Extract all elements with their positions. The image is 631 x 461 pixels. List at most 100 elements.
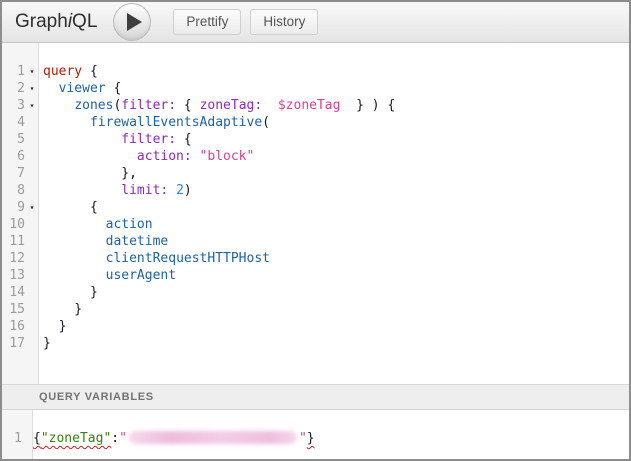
code-line[interactable]: 14 } (2, 284, 629, 301)
history-button[interactable]: History (250, 9, 318, 35)
code-token (43, 115, 90, 130)
code-text[interactable]: userAgent (39, 267, 176, 284)
code-text[interactable]: action: "block" (39, 148, 254, 165)
fold-gutter-spacer (25, 165, 39, 182)
code-token: { (82, 64, 98, 79)
code-text[interactable]: viewer { (39, 80, 121, 97)
execute-query-button[interactable] (113, 3, 151, 41)
line-number: 17 (2, 335, 25, 352)
code-token: datetime (106, 234, 169, 249)
code-text[interactable]: datetime (39, 233, 168, 250)
code-token: }, (43, 166, 137, 181)
code-line[interactable]: 10 action (2, 216, 629, 233)
code-token: { (33, 431, 41, 446)
fold-gutter-spacer (25, 318, 39, 335)
code-text[interactable]: } (39, 335, 51, 352)
code-line[interactable]: 6 action: "block" (2, 148, 629, 165)
code-token: } (43, 336, 51, 351)
code-token (43, 132, 121, 147)
code-token (43, 234, 106, 249)
toolbar: GraphiQL Prettify History (2, 2, 629, 43)
redacted-zone-tag-value (129, 431, 297, 444)
code-line[interactable]: 15 } (2, 301, 629, 318)
code-token: limit: (121, 183, 168, 198)
code-text[interactable]: query { (39, 63, 98, 80)
code-token: } (43, 285, 98, 300)
fold-toggle-triangle-down-icon[interactable]: ▾ (25, 63, 39, 80)
line-number: 1 (2, 63, 25, 80)
code-line[interactable]: 2▾ viewer { (2, 80, 629, 97)
fold-gutter-spacer (25, 114, 39, 131)
code-text[interactable]: } (39, 318, 66, 335)
code-line[interactable]: 3▾ zones(filter: { zoneTag: $zoneTag } )… (2, 97, 629, 114)
code-token: zoneTag: (200, 98, 263, 113)
fold-toggle-triangle-down-icon[interactable]: ▾ (25, 80, 39, 97)
code-text[interactable]: } (39, 301, 82, 318)
code-line[interactable]: 1▾query { (2, 63, 629, 80)
code-token: viewer (59, 81, 106, 96)
code-line[interactable]: 11 datetime (2, 233, 629, 250)
code-text[interactable]: clientRequestHTTPHost (39, 250, 270, 267)
fold-gutter-spacer (25, 182, 39, 199)
code-token (192, 149, 200, 164)
code-token (262, 98, 278, 113)
play-icon (127, 13, 142, 31)
code-token: query (43, 64, 82, 79)
code-text[interactable]: } (39, 284, 98, 301)
variables-editor[interactable]: 1{"zoneTag":""} (2, 410, 629, 459)
code-token: action (106, 217, 153, 232)
code-text[interactable]: {"zoneTag":""} (22, 430, 315, 447)
prettify-button[interactable]: Prettify (173, 9, 241, 35)
code-token (43, 98, 74, 113)
code-token (43, 149, 137, 164)
code-line[interactable]: 12 clientRequestHTTPHost (2, 250, 629, 267)
code-text[interactable]: zones(filter: { zoneTag: $zoneTag } ) { (39, 97, 395, 114)
fold-toggle-triangle-down-icon[interactable]: ▾ (25, 199, 39, 216)
code-token (43, 217, 106, 232)
code-token: { (176, 132, 192, 147)
code-token: } (43, 302, 82, 317)
code-token: action: (137, 149, 192, 164)
logo-text: QL (72, 11, 97, 32)
code-token (43, 81, 59, 96)
code-token: { (43, 200, 98, 215)
code-line[interactable]: 4 firewallEventsAdaptive( (2, 114, 629, 131)
code-line[interactable]: 8 limit: 2) (2, 182, 629, 199)
line-number: 1 (2, 430, 22, 447)
code-line[interactable]: 5 filter: { (2, 131, 629, 148)
code-text[interactable]: firewallEventsAdaptive( (39, 114, 270, 131)
code-text[interactable]: limit: 2) (39, 182, 192, 199)
fold-gutter-spacer (25, 335, 39, 352)
code-line[interactable]: 16 } (2, 318, 629, 335)
query-variables-header[interactable]: QUERY VARIABLES (2, 384, 629, 410)
code-text[interactable]: action (39, 216, 153, 233)
code-token: "block" (200, 149, 255, 164)
line-number: 4 (2, 114, 25, 131)
line-number: 14 (2, 284, 25, 301)
fold-gutter-spacer (25, 267, 39, 284)
line-number: 2 (2, 80, 25, 97)
code-token: " (299, 431, 307, 446)
code-line[interactable]: 9▾ { (2, 199, 629, 216)
code-text[interactable]: filter: { (39, 131, 192, 148)
line-number: 8 (2, 182, 25, 199)
code-line[interactable]: 1{"zoneTag":""} (2, 430, 629, 447)
code-line[interactable]: 7 }, (2, 165, 629, 182)
code-token: { (176, 98, 199, 113)
line-number: 13 (2, 267, 25, 284)
code-token: filter: (121, 98, 176, 113)
code-text[interactable]: }, (39, 165, 137, 182)
fold-toggle-triangle-down-icon[interactable]: ▾ (25, 97, 39, 114)
graphiql-logo: GraphiQL (15, 11, 97, 33)
query-editor[interactable]: 1▾query {2▾ viewer {3▾ zones(filter: { z… (2, 43, 629, 384)
fold-gutter-spacer (25, 284, 39, 301)
fold-gutter-spacer (25, 301, 39, 318)
code-token: " (119, 431, 127, 446)
code-text[interactable]: { (39, 199, 98, 216)
line-number: 12 (2, 250, 25, 267)
code-token (168, 183, 176, 198)
code-line[interactable]: 13 userAgent (2, 267, 629, 284)
fold-gutter-spacer (25, 250, 39, 267)
code-line[interactable]: 17} (2, 335, 629, 352)
line-number: 15 (2, 301, 25, 318)
